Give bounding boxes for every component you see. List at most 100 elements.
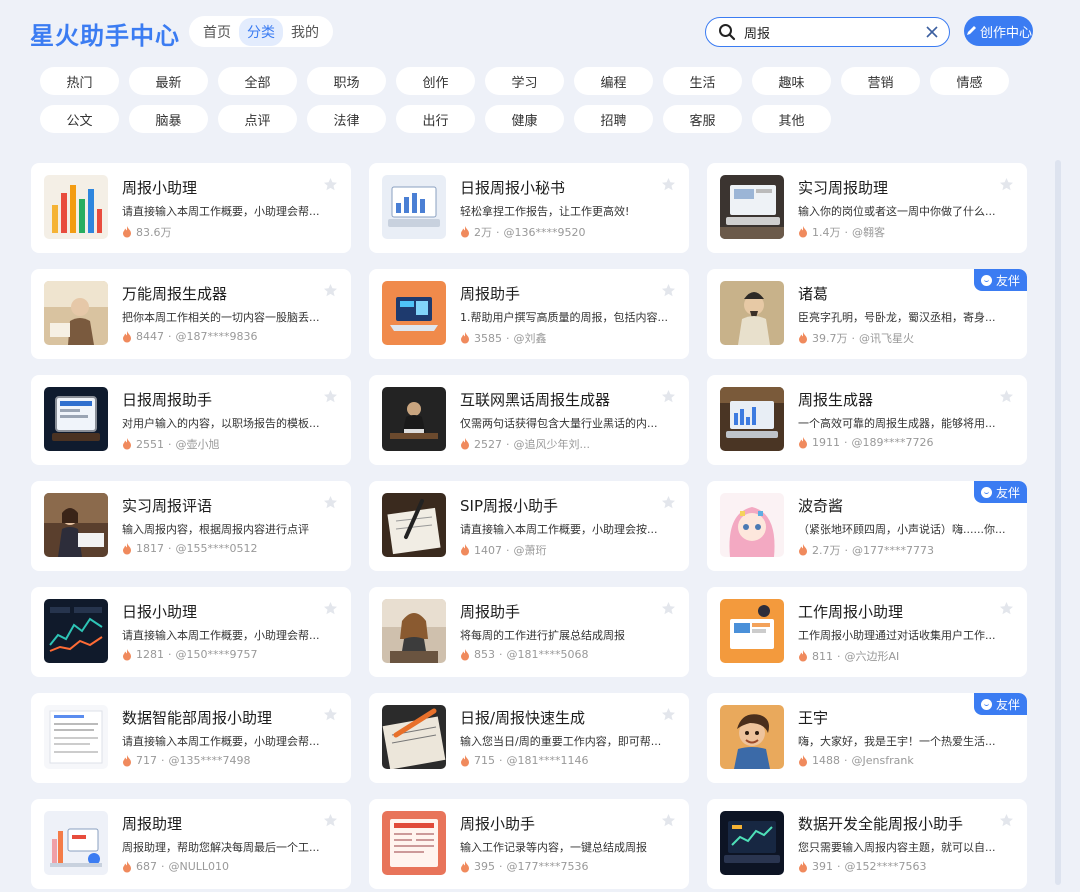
assistant-card[interactable]: 周报助手 将每周的工作进行扩展总结成周报 853 · @181****5068 — [369, 587, 689, 677]
assistant-card[interactable]: 万能周报生成器 把你本周工作相关的一切内容一股脑丢... 8447 · @187****… — [31, 269, 351, 359]
category-chip[interactable]: 情感 — [930, 67, 1009, 95]
assistant-card[interactable]: 周报助手 1.帮助用户撰写高质量的周报，包括内容... 3585 · @刘鑫 — [369, 269, 689, 359]
category-chip[interactable]: 公文 — [40, 105, 119, 133]
category-chip[interactable]: 其他 — [752, 105, 831, 133]
site-logo[interactable]: 星火助手中心 — [30, 16, 180, 51]
star-icon[interactable] — [323, 813, 338, 828]
star-icon[interactable] — [999, 389, 1014, 404]
close-icon[interactable] — [925, 25, 939, 39]
flame-icon — [461, 860, 469, 872]
category-chip[interactable]: 创作 — [396, 67, 475, 95]
star-icon[interactable] — [661, 495, 676, 510]
assistant-card[interactable]: 数据智能部周报小助理 请直接输入本周工作概要，小助理会帮... 717 · @135**… — [31, 693, 351, 783]
usage-count: 8447 — [136, 330, 164, 343]
assistant-card[interactable]: 周报小助理 请直接输入本周工作概要，小助理会帮... 83.6万 — [31, 163, 351, 253]
assistant-card[interactable]: 波奇酱 （紧张地环顾四周，小声说话）嗨......你... 2.7万 · @177***… — [707, 481, 1027, 571]
assistant-thumbnail — [382, 387, 446, 451]
search-input[interactable] — [744, 24, 925, 40]
assistant-card[interactable]: 工作周报小助理 工作周报小助理通过对话收集用户工作... 811 · @六边形AI — [707, 587, 1027, 677]
assistant-title: 互联网黑话周报生成器 — [460, 391, 611, 409]
assistant-thumbnail — [720, 175, 784, 239]
star-icon[interactable] — [999, 177, 1014, 192]
meta-separator: · — [837, 860, 841, 873]
category-chip[interactable]: 全部 — [218, 67, 297, 95]
star-icon[interactable] — [323, 601, 338, 616]
smile-icon — [980, 274, 992, 286]
assistant-card[interactable]: 日报/周报快速生成 输入您当日/周的重要工作内容，即可帮... 715 · @181**… — [369, 693, 689, 783]
assistant-card[interactable]: 实习周报评语 输入周报内容，根据周报内容进行点评 1817 · @155****0512 — [31, 481, 351, 571]
star-icon[interactable] — [323, 283, 338, 298]
category-chip[interactable]: 客服 — [663, 105, 742, 133]
category-chip[interactable]: 热门 — [40, 67, 119, 95]
category-chip[interactable]: 法律 — [307, 105, 386, 133]
assistant-card[interactable]: 王宇 嗨，大家好，我是王宇！一个热爱生活... 1488 · @Jensfrank 友伴 — [707, 693, 1027, 783]
assistant-description: 周报助理，帮助您解决每周最后一个工... — [122, 841, 320, 854]
star-icon[interactable] — [661, 177, 676, 192]
category-chip[interactable]: 编程 — [574, 67, 653, 95]
star-icon[interactable] — [661, 389, 676, 404]
assistant-thumbnail — [720, 599, 784, 663]
star-icon[interactable] — [999, 601, 1014, 616]
category-chip[interactable]: 趣味 — [752, 67, 831, 95]
author-name: @翱客 — [852, 226, 885, 239]
flame-icon — [123, 226, 131, 238]
category-chip[interactable]: 脑暴 — [129, 105, 208, 133]
usage-count: 1407 — [474, 543, 502, 557]
assistant-card[interactable]: 实习周报助理 输入你的岗位或者这一周中你做了什么... 1.4万 · @翱客 — [707, 163, 1027, 253]
category-chip[interactable]: 职场 — [307, 67, 386, 95]
companion-badge-label: 友伴 — [995, 697, 1020, 712]
top-nav: 首页 分类 我的 — [189, 16, 333, 47]
flame-icon — [799, 226, 807, 238]
companion-badge: 友伴 — [974, 481, 1027, 503]
category-chip[interactable]: 生活 — [663, 67, 742, 95]
create-center-button[interactable]: 创作中心 — [964, 16, 1033, 46]
star-icon[interactable] — [999, 813, 1014, 828]
category-chip[interactable]: 最新 — [129, 67, 208, 95]
assistant-card[interactable]: 日报周报助手 对用户输入的内容，以职场报告的模板... 2551 · @壶小旭 — [31, 375, 351, 465]
assistant-card[interactable]: 日报小助理 请直接输入本周工作概要，小助理会帮... 1281 · @150****97… — [31, 587, 351, 677]
assistant-title: 工作周报小助理 — [798, 603, 904, 621]
category-chip[interactable]: 招聘 — [574, 105, 653, 133]
star-icon[interactable] — [661, 601, 676, 616]
assistant-card[interactable]: 周报小助手 输入工作记录等内容，一键总结成周报 395 · @177****7536 — [369, 799, 689, 889]
star-icon[interactable] — [323, 707, 338, 722]
scrollbar[interactable] — [1055, 160, 1061, 885]
assistant-description: 请直接输入本周工作概要，小助理会按... — [460, 523, 658, 536]
usage-count: 2万 — [474, 226, 492, 239]
usage-count: 2527 — [474, 437, 502, 451]
usage-count: 853 — [474, 648, 495, 661]
flame-icon — [799, 860, 807, 872]
assistant-card[interactable]: 周报助理 周报助理，帮助您解决每周最后一个工... 687 · @NULL010 — [31, 799, 351, 889]
assistant-card[interactable]: 日报周报小秘书 轻松拿捏工作报告，让工作更高效! 2万 · @136****9520 — [369, 163, 689, 253]
category-chip[interactable]: 点评 — [218, 105, 297, 133]
assistant-card[interactable]: 周报生成器 一个高效可靠的周报生成器，能够将用... 1911 · @189****77… — [707, 375, 1027, 465]
category-chip[interactable]: 出行 — [396, 105, 475, 133]
nav-tab-home[interactable]: 首页 — [195, 18, 239, 46]
author-name: @177****7536 — [506, 860, 589, 873]
nav-tab-mine[interactable]: 我的 — [283, 18, 327, 46]
assistant-title: 万能周报生成器 — [122, 285, 228, 303]
assistant-card[interactable]: 互联网黑话周报生成器 仅需两句话获得包含大量行业黑话的内... 2527 · @追风少年… — [369, 375, 689, 465]
star-icon[interactable] — [323, 177, 338, 192]
flame-icon — [123, 438, 131, 450]
assistant-card[interactable]: 诸葛 臣亮字孔明，号卧龙，蜀汉丞相，寄身... 39.7万 · @讯飞星火 友伴 — [707, 269, 1027, 359]
usage-count: 1817 — [136, 542, 164, 555]
assistant-card[interactable]: SIP周报小助手 请直接输入本周工作概要，小助理会按... 1407 · @萧珩 — [369, 481, 689, 571]
assistant-description: 输入您当日/周的重要工作内容，即可帮... — [460, 735, 662, 748]
assistant-card[interactable]: 数据开发全能周报小助手 您只需要输入周报内容主题，就可以自... 391 · @152*… — [707, 799, 1027, 889]
assistant-title: 数据开发全能周报小助手 — [798, 815, 964, 833]
star-icon[interactable] — [661, 813, 676, 828]
category-chip[interactable]: 营销 — [841, 67, 920, 95]
assistant-thumbnail — [720, 811, 784, 875]
star-icon[interactable] — [323, 389, 338, 404]
star-icon[interactable] — [661, 707, 676, 722]
category-chip[interactable]: 学习 — [485, 67, 564, 95]
assistant-meta: 811 · @六边形AI — [798, 648, 899, 664]
star-icon[interactable] — [661, 283, 676, 298]
category-chip[interactable]: 健康 — [485, 105, 564, 133]
nav-tab-category[interactable]: 分类 — [239, 17, 283, 46]
assistant-meta: 2万 · @136****9520 — [460, 224, 586, 240]
assistant-title: 实习周报评语 — [122, 497, 213, 515]
star-icon[interactable] — [323, 495, 338, 510]
assistant-thumbnail — [44, 811, 108, 875]
